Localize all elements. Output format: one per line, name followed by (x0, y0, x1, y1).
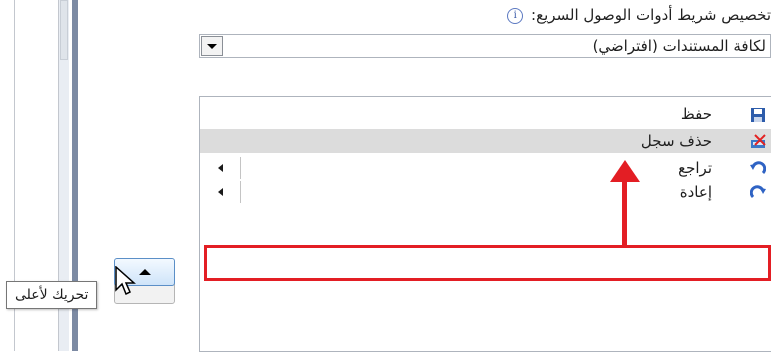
submenu-divider (240, 157, 241, 179)
submenu-arrow-icon[interactable] (218, 188, 223, 196)
scrollbar-thumb[interactable] (60, 0, 68, 60)
tooltip: تحريك لأعلى (6, 281, 98, 309)
mouse-pointer-icon (115, 266, 136, 296)
command-label: حذف سجل (640, 132, 712, 150)
chevron-down-icon[interactable] (201, 36, 223, 56)
command-label: إعادة (679, 183, 712, 201)
command-label: حفظ (680, 105, 712, 123)
redo-icon (750, 185, 766, 199)
delete-record-icon (751, 134, 766, 148)
document-scope-value: لكافة المستندات (افتراضي) (592, 37, 766, 55)
save-icon (751, 108, 765, 122)
undo-icon (750, 161, 766, 175)
up-arrow-annotation (622, 178, 627, 246)
arrow-head-annotation (610, 160, 640, 182)
info-icon[interactable]: i (507, 7, 524, 24)
highlight-box (204, 245, 771, 281)
document-scope-select[interactable]: لكافة المستندات (افتراضي) (199, 34, 771, 58)
qat-command-list[interactable]: حفظ حذف سجل تراجع إعادة (199, 96, 771, 352)
list-item-redo[interactable]: إعادة (200, 180, 771, 204)
qat-title-text: تخصيص شريط أدوات الوصول السريع: (531, 6, 771, 24)
list-item-undo[interactable]: تراجع (200, 156, 771, 180)
command-label: تراجع (678, 159, 712, 177)
submenu-arrow-icon[interactable] (218, 164, 223, 172)
qat-section-title: تخصيص شريط أدوات الوصول السريع: i (507, 6, 771, 24)
list-item-delete-record[interactable]: حذف سجل (200, 129, 771, 153)
submenu-divider (240, 181, 241, 203)
list-item-save[interactable]: حفظ (200, 102, 771, 126)
